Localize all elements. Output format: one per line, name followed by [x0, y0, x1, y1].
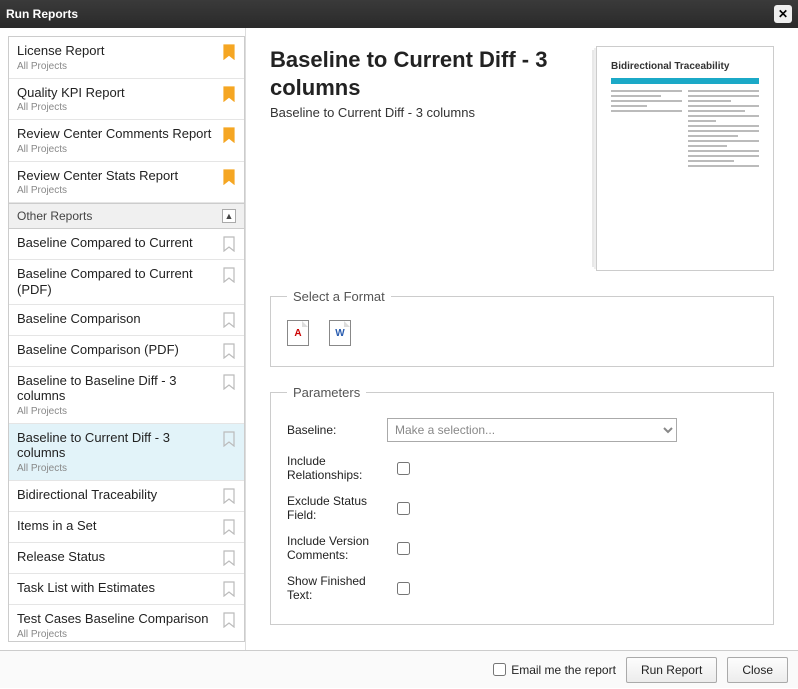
include-relationships-checkbox[interactable]: [397, 462, 410, 475]
bookmark-icon[interactable]: [222, 518, 236, 536]
close-icon[interactable]: ✕: [774, 5, 792, 23]
report-item[interactable]: License Report All Projects: [9, 37, 244, 79]
exclude-status-label: Exclude Status Field:: [287, 494, 387, 522]
report-name: Test Cases Baseline Comparison: [17, 611, 218, 627]
report-scope: All Projects: [17, 406, 218, 417]
bookmark-icon[interactable]: [222, 43, 236, 61]
report-scope: All Projects: [17, 463, 218, 474]
bookmark-icon[interactable]: [222, 342, 236, 360]
parameters-legend: Parameters: [287, 385, 366, 400]
bookmark-icon[interactable]: [222, 549, 236, 567]
email-me-label[interactable]: Email me the report: [493, 663, 616, 677]
report-name: Items in a Set: [17, 518, 218, 534]
bookmark-icon[interactable]: [222, 168, 236, 186]
window-title: Run Reports: [6, 7, 78, 21]
report-name: Baseline Compared to Current: [17, 235, 218, 251]
bookmark-icon[interactable]: [222, 85, 236, 103]
show-finished-checkbox[interactable]: [397, 582, 410, 595]
format-legend: Select a Format: [287, 289, 391, 304]
titlebar: Run Reports ✕: [0, 0, 798, 28]
report-item[interactable]: Bidirectional Traceability: [9, 481, 244, 512]
report-scope: All Projects: [17, 61, 218, 72]
report-scope: All Projects: [17, 629, 218, 640]
bookmark-icon[interactable]: [222, 373, 236, 391]
section-header: Other Reports ▲: [9, 203, 244, 229]
report-item[interactable]: Baseline Compared to Current: [9, 229, 244, 260]
baseline-select[interactable]: Make a selection...: [387, 418, 677, 442]
include-version-label: Include Version Comments:: [287, 534, 387, 562]
report-name: Baseline to Baseline Diff - 3 columns: [17, 373, 218, 404]
report-name: Release Status: [17, 549, 218, 565]
right-panel: Baseline to Current Diff - 3 columns Bas…: [246, 28, 798, 650]
word-format-icon[interactable]: W: [329, 320, 351, 346]
report-title: Baseline to Current Diff - 3 columns: [270, 46, 578, 101]
report-item[interactable]: Task List with Estimates: [9, 574, 244, 605]
report-item[interactable]: Release Status: [9, 543, 244, 574]
bookmark-icon[interactable]: [222, 580, 236, 598]
bookmark-icon[interactable]: [222, 266, 236, 284]
report-item[interactable]: Baseline Comparison (PDF): [9, 336, 244, 367]
report-item[interactable]: Review Center Comments Report All Project…: [9, 120, 244, 162]
report-scope: All Projects: [17, 185, 218, 196]
collapse-icon[interactable]: ▲: [222, 209, 236, 223]
report-item[interactable]: Review Center Stats ReportAll Projects: [9, 162, 244, 204]
report-name: Baseline to Current Diff - 3 columns: [17, 430, 218, 461]
show-finished-label: Show Finished Text:: [287, 574, 387, 602]
footer: Email me the report Run Report Close: [0, 650, 798, 688]
report-scope: All Projects: [17, 102, 218, 113]
report-name: Bidirectional Traceability: [17, 487, 218, 503]
report-item[interactable]: Baseline Comparison: [9, 305, 244, 336]
include-relationships-label: Include Relationships:: [287, 454, 387, 482]
report-name: Baseline Comparison: [17, 311, 218, 327]
report-name: Task List with Estimates: [17, 580, 218, 596]
bookmark-icon[interactable]: [222, 487, 236, 505]
preview-title: Bidirectional Traceability: [611, 61, 759, 72]
report-item[interactable]: Items in a Set: [9, 512, 244, 543]
bookmark-icon[interactable]: [222, 235, 236, 253]
content: License ReportAll ProjectsQuality KPI Re…: [0, 28, 798, 650]
report-scope: All Projects: [17, 144, 218, 155]
email-me-checkbox[interactable]: [493, 663, 506, 676]
bookmark-icon[interactable]: [222, 311, 236, 329]
report-name: Quality KPI Report: [17, 85, 218, 101]
include-version-checkbox[interactable]: [397, 542, 410, 555]
report-preview-thumbnail: Bidirectional Traceability: [596, 46, 774, 271]
close-button[interactable]: Close: [727, 657, 788, 683]
report-name: Baseline Compared to Current (PDF): [17, 266, 218, 297]
report-name: License Report: [17, 43, 218, 59]
left-panel: License ReportAll ProjectsQuality KPI Re…: [0, 28, 246, 650]
report-item[interactable]: Baseline to Current Diff - 3 columns All …: [9, 424, 244, 481]
pdf-format-icon[interactable]: A: [287, 320, 309, 346]
format-fieldset: Select a Format A W: [270, 289, 774, 367]
report-list[interactable]: License ReportAll ProjectsQuality KPI Re…: [8, 36, 245, 642]
report-item[interactable]: Test Cases Baseline Comparison All Projec…: [9, 605, 244, 642]
report-name: Review Center Comments Report: [17, 126, 218, 142]
report-name: Review Center Stats Report: [17, 168, 218, 184]
parameters-fieldset: Parameters Baseline: Make a selection...…: [270, 385, 774, 625]
report-item[interactable]: Baseline to Baseline Diff - 3 columns All…: [9, 367, 244, 424]
report-subtitle: Baseline to Current Diff - 3 columns: [270, 105, 578, 120]
section-header-label: Other Reports: [17, 209, 92, 223]
bookmark-icon[interactable]: [222, 126, 236, 144]
report-item[interactable]: Baseline Compared to Current (PDF): [9, 260, 244, 304]
baseline-label: Baseline:: [287, 423, 387, 437]
bookmark-icon[interactable]: [222, 430, 236, 448]
exclude-status-checkbox[interactable]: [397, 502, 410, 515]
report-item[interactable]: Quality KPI ReportAll Projects: [9, 79, 244, 121]
report-name: Baseline Comparison (PDF): [17, 342, 218, 358]
bookmark-icon[interactable]: [222, 611, 236, 629]
run-report-button[interactable]: Run Report: [626, 657, 717, 683]
